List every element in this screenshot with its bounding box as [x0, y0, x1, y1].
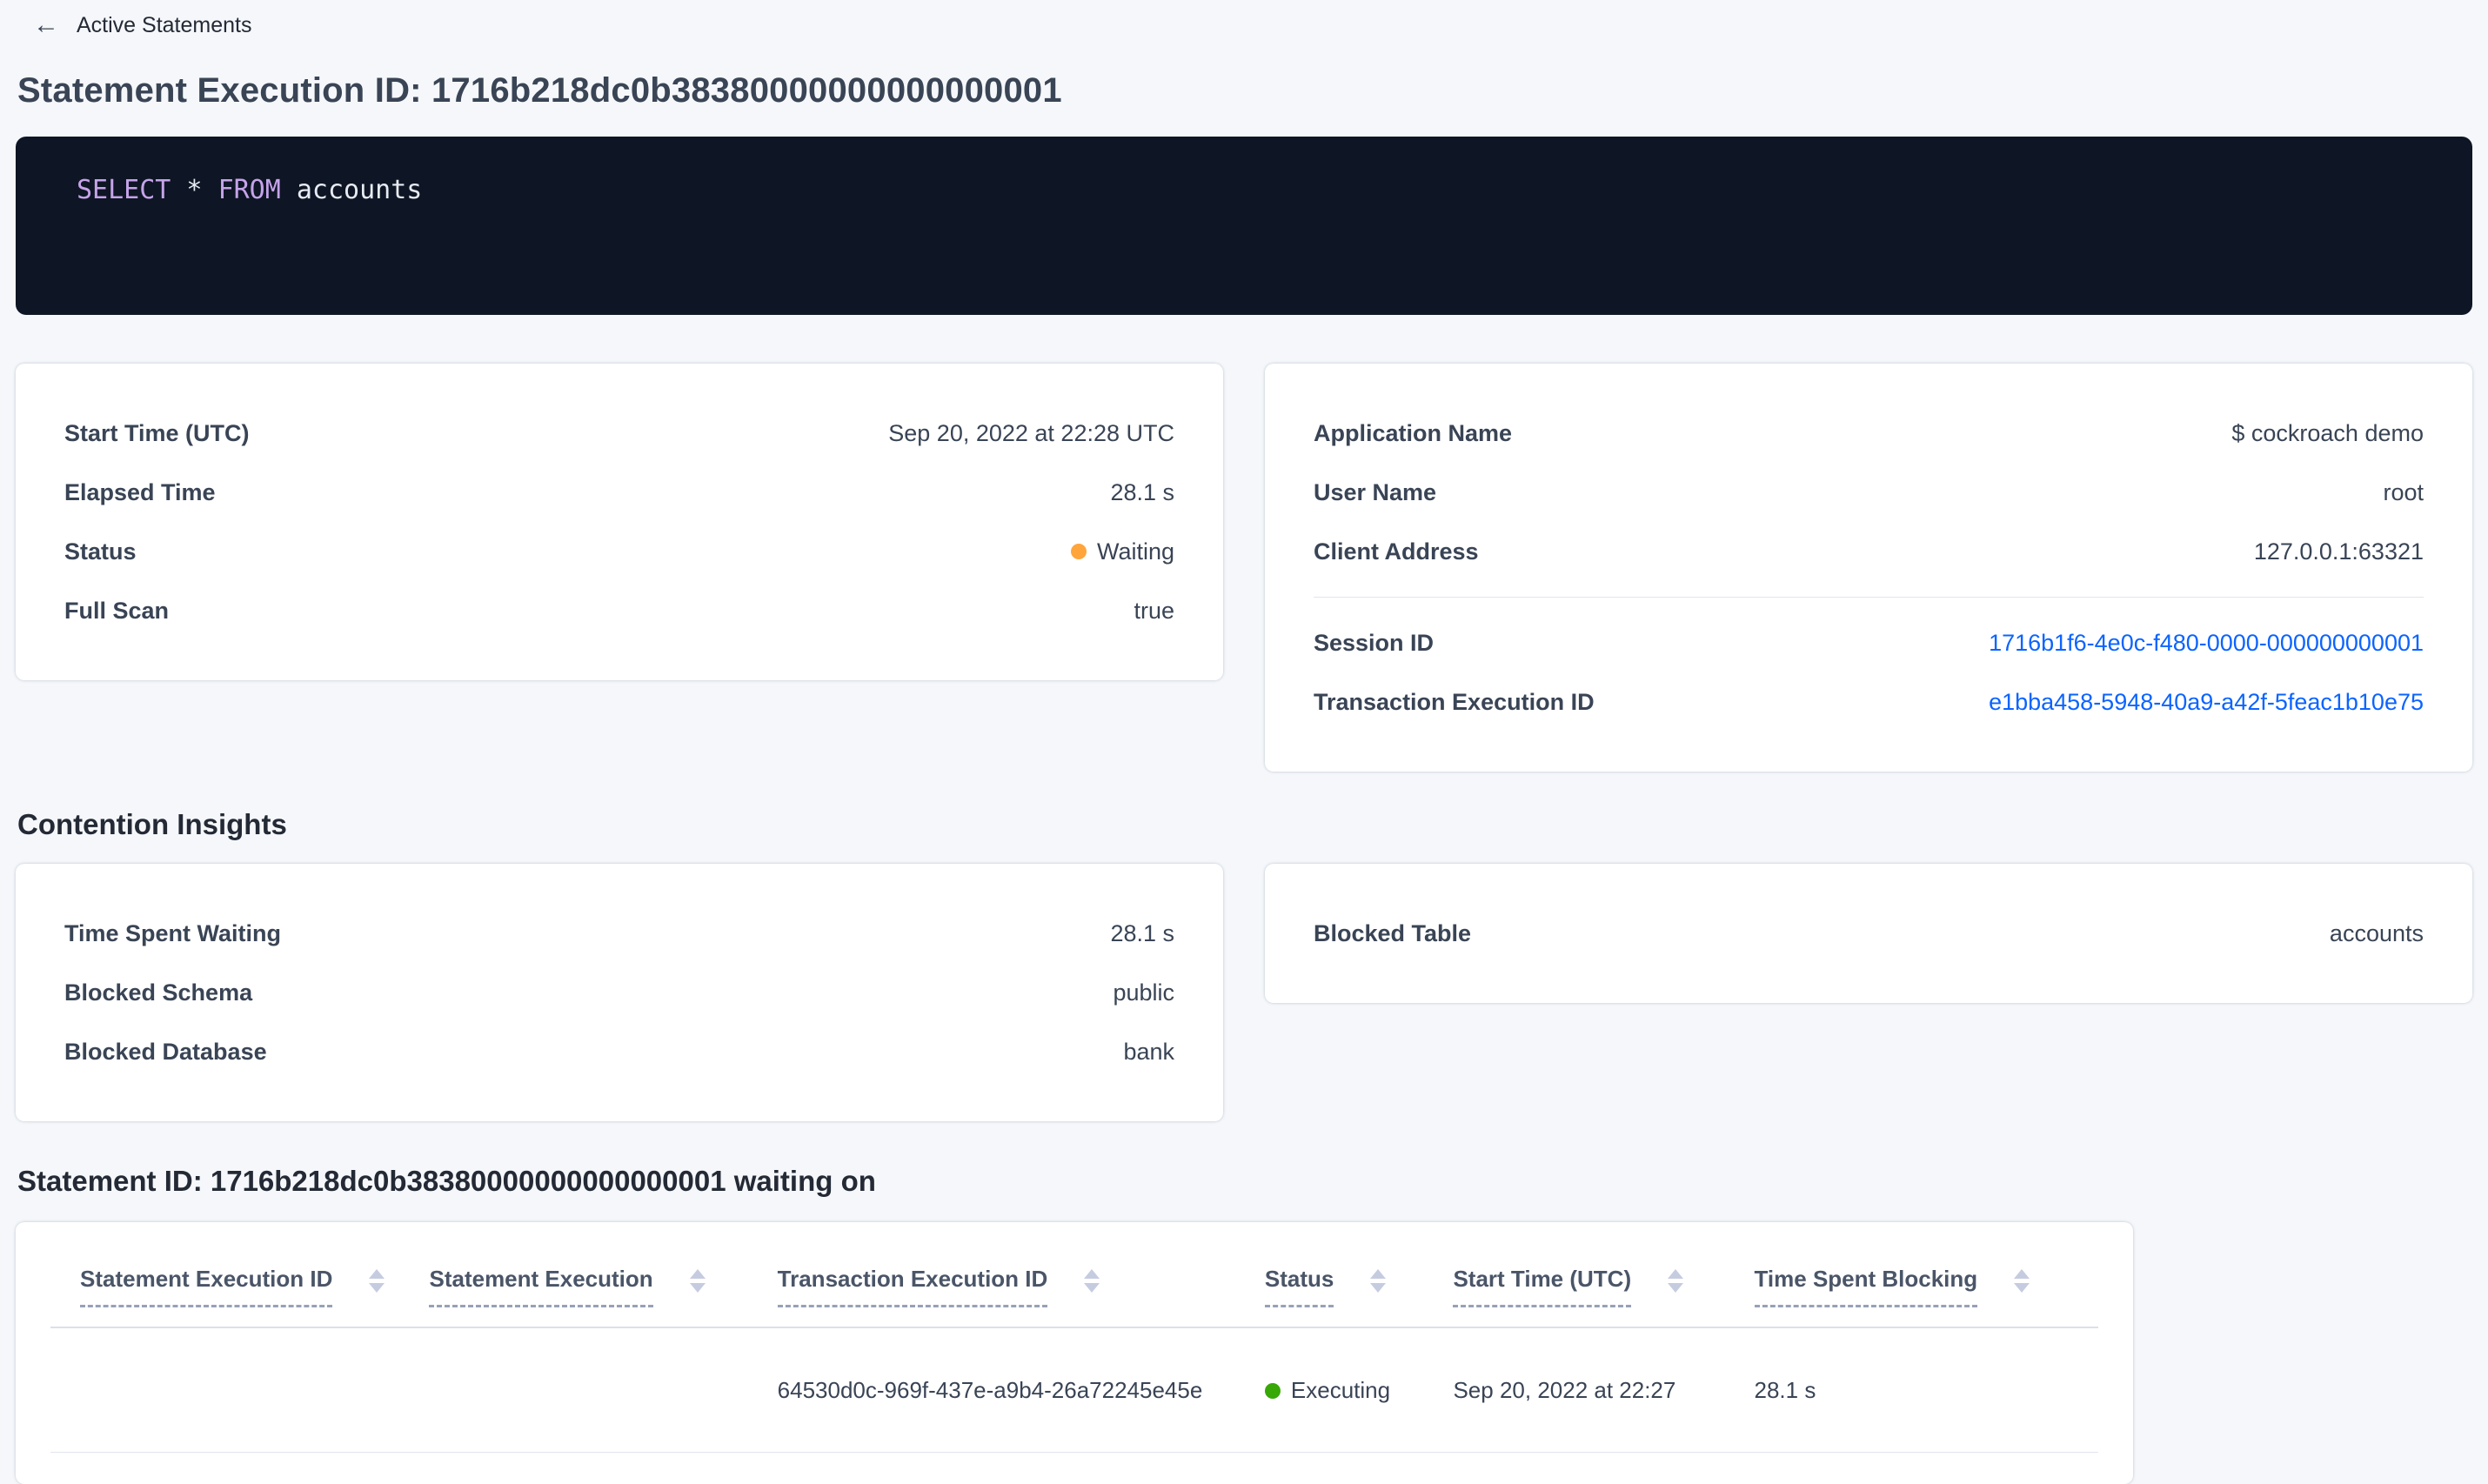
column-header-transaction-execution-id[interactable]: Transaction Execution ID	[777, 1240, 1265, 1328]
blocked-table-value: accounts	[2329, 919, 2424, 946]
waiting-on-table-card: Statement Execution ID Statement Executi…	[16, 1222, 2133, 1484]
contention-insights-heading: Contention Insights	[17, 808, 287, 840]
cell-start-time: Sep 20, 2022 at 22:27	[1453, 1327, 1755, 1453]
row-time-spent-waiting: Time Spent Waiting 28.1 s	[64, 904, 1174, 963]
transaction-execution-id-link[interactable]: e1bba458-5948-40a9-a42f-5feac1b10e75	[1989, 689, 2424, 716]
session-details-card: Application Name $ cockroach demo User N…	[1265, 364, 2472, 772]
execution-details-card: Start Time (UTC) Sep 20, 2022 at 22:28 U…	[16, 364, 1223, 680]
column-header-time-spent-blocking[interactable]: Time Spent Blocking	[1754, 1240, 2098, 1328]
application-name-value: $ cockroach demo	[2231, 419, 2424, 446]
cell-status-text: Executing	[1290, 1377, 1391, 1403]
row-full-scan: Full Scan true	[64, 581, 1174, 640]
column-header-start-time[interactable]: Start Time (UTC)	[1453, 1240, 1755, 1328]
executing-status-dot-icon	[1264, 1382, 1281, 1399]
sql-keyword: SELECT	[77, 175, 171, 205]
row-transaction-execution-id: Transaction Execution ID e1bba458-5948-4…	[1314, 672, 2424, 732]
sql-statement-text: SELECT * FROM accounts	[77, 175, 422, 205]
sort-icon	[1668, 1268, 1684, 1293]
sort-icon	[689, 1268, 706, 1293]
blocked-database-value: bank	[1123, 1038, 1174, 1065]
cell-time-spent-blocking: 28.1 s	[1754, 1327, 2098, 1453]
user-name-label: User Name	[1314, 478, 1437, 505]
table-row: 64530d0c-969f-437e-a9b4-26a72245e45e Exe…	[50, 1327, 2098, 1453]
cell-transaction-execution-id: 64530d0c-969f-437e-a9b4-26a72245e45e	[777, 1327, 1265, 1453]
waiting-status-dot-icon	[1070, 544, 1087, 559]
row-application-name: Application Name $ cockroach demo	[1314, 404, 2424, 463]
breadcrumb-active-statements[interactable]: ← Active Statements	[16, 9, 251, 38]
row-blocked-table: Blocked Table accounts	[1314, 904, 2424, 963]
status-value: Waiting	[1070, 538, 1174, 565]
status-label: Status	[64, 538, 137, 565]
row-blocked-database: Blocked Database bank	[64, 1022, 1174, 1081]
sort-icon	[369, 1268, 385, 1293]
user-name-value: root	[2383, 478, 2424, 505]
transaction-execution-id-label: Transaction Execution ID	[1314, 688, 1595, 715]
waiting-on-heading: Statement ID: 1716b218dc0b38380000000000…	[17, 1165, 876, 1197]
sql-plain: *	[171, 175, 218, 205]
elapsed-time-value: 28.1 s	[1110, 478, 1174, 505]
page-title: Statement Execution ID: 1716b218dc0b3838…	[17, 71, 1062, 110]
session-id-link[interactable]: 1716b1f6-4e0c-f480-0000-000000000001	[1989, 630, 2424, 657]
status-text: Waiting	[1096, 538, 1174, 565]
sql-keyword: FROM	[217, 175, 281, 205]
breadcrumb-label: Active Statements	[77, 12, 252, 37]
row-client-address: Client Address 127.0.0.1:63321	[1314, 522, 2424, 581]
back-arrow-icon: ←	[33, 10, 59, 39]
row-status: Status Waiting	[64, 522, 1174, 581]
cell-status: Executing	[1264, 1327, 1454, 1453]
blocked-table-card: Blocked Table accounts	[1265, 864, 2472, 1003]
row-session-id: Session ID 1716b1f6-4e0c-f480-0000-00000…	[1314, 613, 2424, 672]
sort-icon	[1370, 1268, 1387, 1293]
start-time-value: Sep 20, 2022 at 22:28 UTC	[888, 419, 1174, 446]
cell-statement-execution-id	[50, 1327, 430, 1453]
sql-statement-box: SELECT * FROM accounts	[16, 137, 2472, 315]
client-address-label: Client Address	[1314, 538, 1479, 565]
sort-icon	[1084, 1268, 1100, 1293]
row-user-name: User Name root	[1314, 463, 2424, 522]
column-header-statement-execution-id[interactable]: Statement Execution ID	[50, 1240, 430, 1328]
column-header-statement-execution[interactable]: Statement Execution	[429, 1240, 778, 1328]
session-id-label: Session ID	[1314, 629, 1435, 656]
row-blocked-schema: Blocked Schema public	[64, 963, 1174, 1022]
card-divider	[1314, 597, 2424, 598]
full-scan-label: Full Scan	[64, 597, 170, 624]
elapsed-time-label: Elapsed Time	[64, 478, 216, 505]
blocked-schema-label: Blocked Schema	[64, 979, 253, 1006]
contention-waiting-card: Time Spent Waiting 28.1 s Blocked Schema…	[16, 864, 1223, 1121]
start-time-label: Start Time (UTC)	[64, 419, 250, 446]
full-scan-value: true	[1134, 597, 1174, 624]
cell-statement-execution	[429, 1327, 778, 1453]
blocked-table-label: Blocked Table	[1314, 919, 1472, 946]
row-elapsed-time: Elapsed Time 28.1 s	[64, 463, 1174, 522]
sort-icon	[2014, 1268, 2030, 1293]
time-spent-waiting-label: Time Spent Waiting	[64, 919, 282, 946]
blocked-database-label: Blocked Database	[64, 1038, 267, 1065]
application-name-label: Application Name	[1314, 419, 1513, 446]
column-header-status[interactable]: Status	[1264, 1240, 1454, 1328]
time-spent-waiting-value: 28.1 s	[1110, 919, 1174, 946]
sql-plain: accounts	[280, 175, 423, 205]
table-header-row: Statement Execution ID Statement Executi…	[50, 1240, 2098, 1328]
row-start-time: Start Time (UTC) Sep 20, 2022 at 22:28 U…	[64, 404, 1174, 463]
blocked-schema-value: public	[1113, 979, 1174, 1006]
client-address-value: 127.0.0.1:63321	[2253, 538, 2424, 565]
waiting-on-table: Statement Execution ID Statement Executi…	[50, 1240, 2098, 1453]
